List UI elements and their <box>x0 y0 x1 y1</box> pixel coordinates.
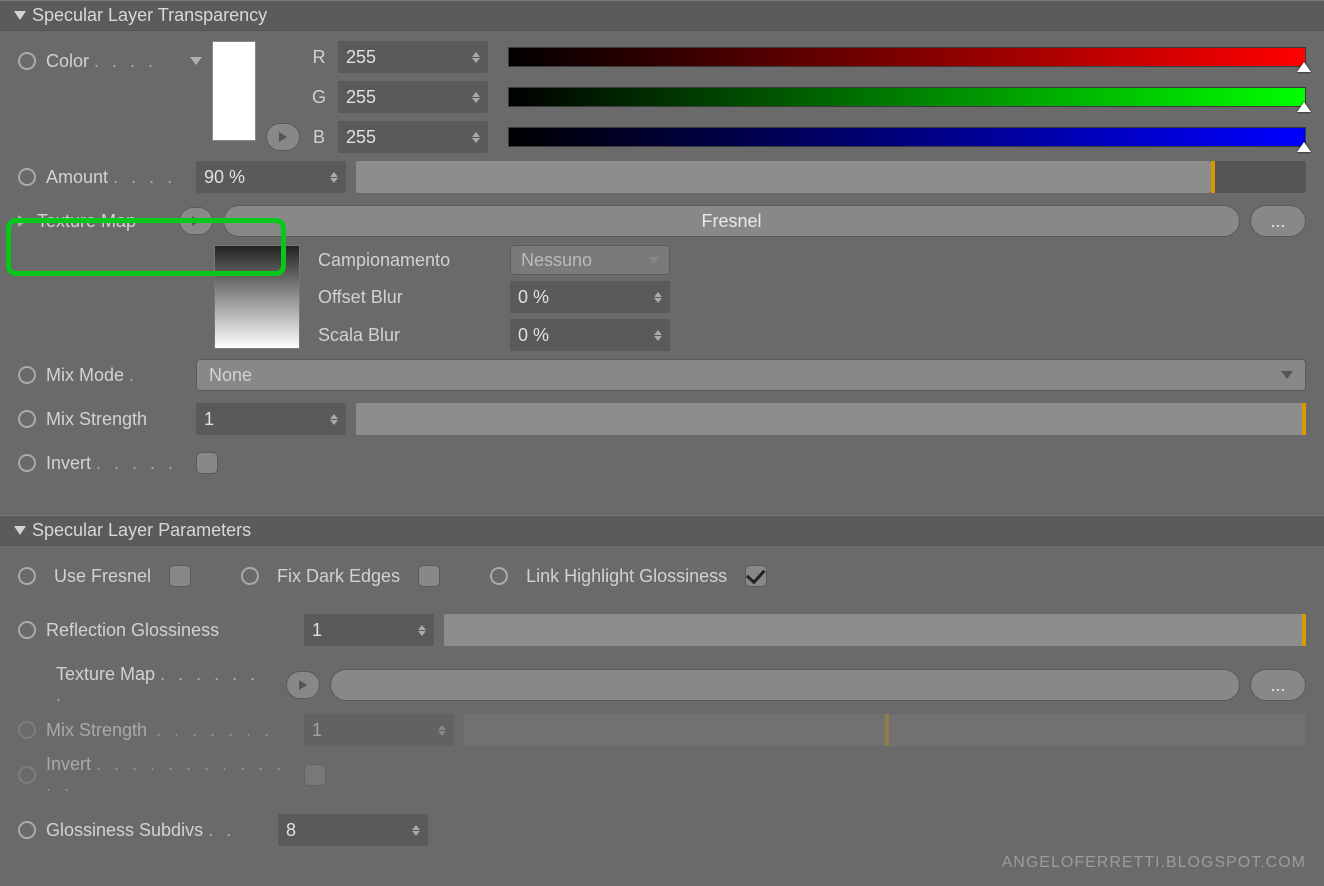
invert-anim-radio[interactable] <box>18 454 36 472</box>
amount-slider[interactable] <box>356 161 1306 193</box>
invert-checkbox[interactable] <box>196 452 218 474</box>
usefresnel-anim-radio[interactable] <box>18 567 36 585</box>
mixstrength-field[interactable]: 1 <box>196 403 346 435</box>
amount-value-field[interactable]: 90 % <box>196 161 346 193</box>
texmap2-browse-button[interactable]: ... <box>1250 669 1306 701</box>
mixstrength2-label: Mix Strength . . . . . . . <box>46 720 294 741</box>
amount-anim-radio[interactable] <box>18 168 36 186</box>
b-value-field[interactable]: 255 <box>338 121 488 153</box>
scala-blur-field[interactable]: 0 % <box>510 319 670 351</box>
section-title: Specular Layer Transparency <box>32 5 267 26</box>
r-value-field[interactable]: 255 <box>338 41 488 73</box>
fixdark-checkbox[interactable] <box>418 565 440 587</box>
invert-label: Invert . . . . . . <box>46 453 186 474</box>
r-label: R <box>310 47 328 68</box>
texmap2-play-button[interactable] <box>286 671 320 699</box>
reflectgloss-label: Reflection Glossiness <box>46 620 294 641</box>
play-icon <box>299 680 307 690</box>
campionamento-label: Campionamento <box>318 250 498 271</box>
texture-map-browse-button[interactable]: ... <box>1250 205 1306 237</box>
texmap2-field[interactable] <box>330 669 1240 701</box>
mixmode-label: Mix Mode . <box>46 365 186 386</box>
usefresnel-checkbox[interactable] <box>169 565 191 587</box>
campionamento-select[interactable]: Nessuno <box>510 245 670 275</box>
g-value-field[interactable]: 255 <box>338 81 488 113</box>
invert2-label: Invert . . . . . . . . . . . . . <box>46 754 294 796</box>
color-dropdown-icon[interactable] <box>190 57 202 65</box>
glosssubdivs-field[interactable]: 8 <box>278 814 428 846</box>
chevron-down-icon <box>649 257 659 264</box>
linkhighlight-anim-radio[interactable] <box>490 567 508 585</box>
fixdark-anim-radio[interactable] <box>241 567 259 585</box>
disclosure-down-icon <box>14 11 26 20</box>
section-specular-transparency-header[interactable]: Specular Layer Transparency <box>0 0 1324 31</box>
color-label: Color . . . . <box>46 51 186 72</box>
slider-marker-icon <box>1297 142 1311 152</box>
mixstrength-label: Mix Strength <box>46 409 186 430</box>
reflectgloss-anim-radio[interactable] <box>18 621 36 639</box>
color-anim-radio[interactable] <box>18 52 36 70</box>
b-label: B <box>310 127 328 148</box>
scala-blur-label: Scala Blur <box>318 325 498 346</box>
b-slider[interactable] <box>508 127 1306 147</box>
mixstrength-anim-radio[interactable] <box>18 410 36 428</box>
texture-map-label: Texture Map <box>37 211 169 232</box>
mixmode-dropdown[interactable]: None <box>196 359 1306 391</box>
texture-preview-swatch[interactable] <box>214 245 300 349</box>
invert2-checkbox <box>304 764 326 786</box>
linkhighlight-label: Link Highlight Glossiness <box>526 566 727 587</box>
mixstrength2-anim-radio <box>18 721 36 739</box>
reflectgloss-slider[interactable] <box>444 614 1306 646</box>
fixdark-label: Fix Dark Edges <box>277 566 400 587</box>
texture-map-expand-icon[interactable] <box>18 215 27 227</box>
slider-marker-icon <box>1297 62 1311 72</box>
g-label: G <box>310 87 328 108</box>
mixstrength2-field: 1 <box>304 714 454 746</box>
slider-marker-icon <box>1297 102 1311 112</box>
disclosure-down-icon <box>14 526 26 535</box>
texture-map-play-button[interactable] <box>179 207 213 235</box>
chevron-down-icon <box>1281 371 1293 379</box>
texture-map-field[interactable]: Fresnel <box>223 205 1240 237</box>
play-icon <box>279 132 287 142</box>
color-swatch[interactable] <box>212 41 256 141</box>
glosssubdivs-label: Glossiness Subdivs . . <box>46 820 268 841</box>
color-expand-button[interactable] <box>266 123 300 151</box>
glosssubdivs-anim-radio[interactable] <box>18 821 36 839</box>
panel-specular-params: Use Fresnel Fix Dark Edges Link Highligh… <box>0 546 1324 868</box>
panel-specular-transparency: Color . . . . R 255 G 255 B 2 <box>0 31 1324 501</box>
amount-label: Amount . . . . <box>46 167 186 188</box>
section-specular-params-header[interactable]: Specular Layer Parameters <box>0 515 1324 546</box>
mixstrength2-slider <box>464 714 1306 746</box>
mixstrength-slider[interactable] <box>356 403 1306 435</box>
watermark-text: ANGELOFERRETTI.BLOGSPOT.COM <box>1002 854 1306 872</box>
section-title: Specular Layer Parameters <box>32 520 251 541</box>
linkhighlight-checkbox[interactable] <box>745 565 767 587</box>
mixmode-anim-radio[interactable] <box>18 366 36 384</box>
usefresnel-label: Use Fresnel <box>54 566 151 587</box>
offset-blur-label: Offset Blur <box>318 287 498 308</box>
g-slider[interactable] <box>508 87 1306 107</box>
offset-blur-field[interactable]: 0 % <box>510 281 670 313</box>
invert2-anim-radio <box>18 766 36 784</box>
play-icon <box>192 216 200 226</box>
r-slider[interactable] <box>508 47 1306 67</box>
texmap2-label: Texture Map . . . . . . . <box>56 664 276 706</box>
reflectgloss-field[interactable]: 1 <box>304 614 434 646</box>
